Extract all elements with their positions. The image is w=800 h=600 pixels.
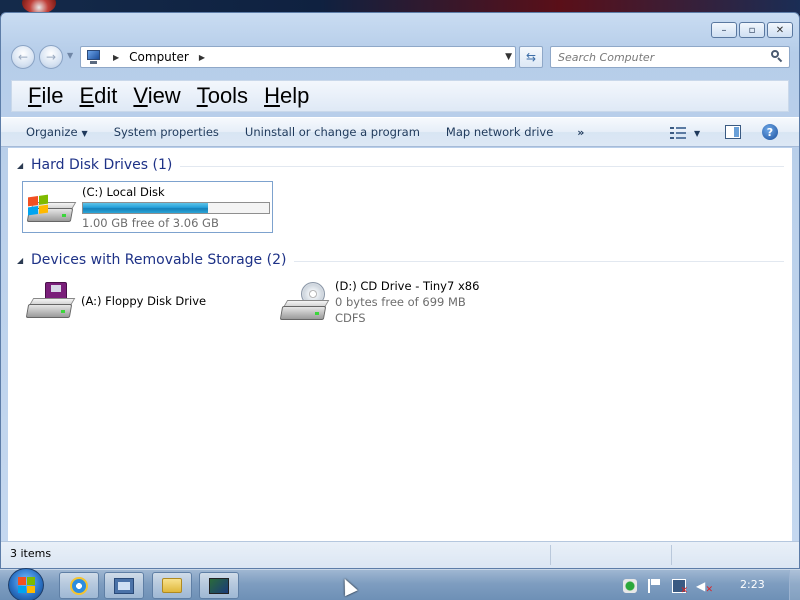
- taskbar-device-manager[interactable]: [104, 572, 144, 599]
- group-header-removable-storage[interactable]: ◢ Devices with Removable Storage (2): [8, 250, 784, 270]
- drive-tile-d[interactable]: (D:) CD Drive - Tiny7 x86 0 bytes free o…: [279, 278, 529, 328]
- drive-tile-a[interactable]: (A:) Floppy Disk Drive: [25, 280, 265, 326]
- breadcrumb-arrow-icon[interactable]: ▶: [199, 53, 205, 62]
- uninstall-program-button[interactable]: Uninstall or change a program: [245, 125, 420, 139]
- drive-name: (D:) CD Drive - Tiny7 x86: [335, 279, 480, 293]
- close-button[interactable]: ✕: [767, 22, 793, 38]
- back-arrow-icon: ←: [17, 50, 29, 64]
- drive-info: (A:) Floppy Disk Drive: [81, 280, 206, 309]
- search-box[interactable]: [550, 46, 790, 68]
- volume-muted-icon[interactable]: ◀: [696, 579, 713, 597]
- group-header-hard-disk-drives[interactable]: ◢ Hard Disk Drives (1): [8, 155, 784, 175]
- help-icon[interactable]: ?: [762, 124, 778, 140]
- drive-name: (C:) Local Disk: [82, 185, 165, 199]
- taskbar-internet-explorer[interactable]: [59, 572, 99, 599]
- details-view-icon: [670, 127, 686, 139]
- minimize-button[interactable]: –: [711, 22, 737, 38]
- drive-name: (A:) Floppy Disk Drive: [81, 294, 207, 308]
- chevron-down-icon[interactable]: ▼: [694, 129, 700, 138]
- address-dropdown-icon[interactable]: ▼: [505, 52, 512, 62]
- action-center-shield-icon[interactable]: [623, 579, 637, 593]
- remote-desktop-icon: [209, 577, 229, 594]
- more-commands-button[interactable]: »: [577, 126, 584, 139]
- preview-pane-icon[interactable]: [725, 125, 741, 139]
- status-separator: [671, 545, 672, 565]
- refresh-icon: ⇆: [525, 50, 537, 64]
- menu-help[interactable]: Help: [264, 82, 309, 110]
- network-disconnected-icon[interactable]: [672, 579, 688, 596]
- menu-tools[interactable]: Tools: [197, 82, 248, 110]
- menu-edit[interactable]: Edit: [79, 82, 117, 110]
- menu-tools-rest: ools: [207, 83, 249, 108]
- start-button[interactable]: [8, 568, 44, 600]
- group-title: Hard Disk Drives (1): [31, 157, 173, 173]
- caption-buttons: – ▫ ✕: [711, 22, 793, 38]
- group-divider: [294, 260, 784, 262]
- content-area: ◢ Hard Disk Drives (1) (C:) Local Disk 1…: [8, 148, 792, 552]
- forward-button[interactable]: →: [39, 45, 63, 69]
- item-count: 3 items: [10, 547, 52, 560]
- drive-free-space: 1.00 GB free of 3.06 GB: [82, 216, 219, 230]
- cd-drive-icon: [279, 278, 330, 322]
- breadcrumb-arrow-icon[interactable]: ▶: [113, 53, 119, 62]
- maximize-button[interactable]: ▫: [739, 22, 765, 38]
- taskbar-remote-desktop[interactable]: [199, 572, 239, 599]
- explorer-window: – ▫ ✕ ← → ▼ ▶ Computer ▶ ▼ ⇆ File Edit V…: [0, 12, 800, 569]
- back-button[interactable]: ←: [11, 45, 35, 69]
- search-input[interactable]: [558, 48, 758, 66]
- drive-tile-c[interactable]: (C:) Local Disk 1.00 GB free of 3.06 GB: [22, 181, 273, 233]
- drive-filesystem: CDFS: [335, 311, 366, 325]
- device-manager-icon: [114, 577, 134, 594]
- computer-icon: [85, 50, 103, 64]
- hard-disk-icon: [26, 184, 77, 228]
- close-icon: ✕: [775, 24, 785, 36]
- internet-explorer-icon: [70, 576, 88, 595]
- taskbar-clock[interactable]: 2:23: [740, 578, 765, 591]
- maximize-icon: ▫: [748, 24, 756, 36]
- address-bar[interactable]: ▶ Computer ▶ ▼: [80, 46, 516, 68]
- map-network-drive-button[interactable]: Map network drive: [446, 125, 553, 139]
- disk-usage-fill: [83, 203, 208, 213]
- navigation-row: ← → ▼ ▶ Computer ▶ ▼ ⇆: [1, 43, 799, 73]
- menu-file-rest: ile: [41, 83, 64, 108]
- collapse-triangle-icon[interactable]: ◢: [17, 161, 29, 170]
- floppy-drive-icon: [25, 280, 76, 324]
- menu-help-rest: elp: [279, 83, 310, 108]
- forward-arrow-icon: →: [45, 50, 57, 64]
- status-separator: [550, 545, 551, 565]
- system-properties-button[interactable]: System properties: [114, 125, 219, 139]
- menu-view[interactable]: View: [133, 82, 180, 110]
- minimize-icon: –: [721, 24, 727, 36]
- status-bar: 3 items: [1, 541, 799, 568]
- drive-free-space: 0 bytes free of 699 MB: [335, 295, 466, 309]
- menu-edit-rest: dit: [94, 83, 118, 108]
- collapse-triangle-icon[interactable]: ◢: [17, 256, 29, 265]
- group-title: Devices with Removable Storage (2): [31, 252, 287, 268]
- refresh-button[interactable]: ⇆: [519, 46, 543, 68]
- breadcrumb-computer[interactable]: Computer: [129, 50, 189, 64]
- taskbar-windows-explorer[interactable]: [152, 572, 192, 599]
- chevron-down-icon: ▼: [81, 129, 88, 138]
- action-center-flag-icon[interactable]: [648, 579, 662, 593]
- menu-file[interactable]: File: [28, 82, 63, 110]
- menu-bar: File Edit View Tools Help: [11, 80, 789, 112]
- recent-pages-dropdown[interactable]: ▼: [67, 51, 73, 60]
- disk-usage-bar: [82, 202, 270, 214]
- group-divider: [180, 165, 784, 167]
- command-bar: Organize ▼ System properties Uninstall or…: [1, 117, 799, 147]
- windows-logo-icon: [18, 577, 35, 593]
- organize-label: Organize: [26, 125, 78, 139]
- organize-button[interactable]: Organize ▼: [26, 125, 88, 139]
- show-desktop-button[interactable]: [789, 570, 800, 600]
- menu-view-rest: iew: [147, 83, 181, 108]
- drive-info: (D:) CD Drive - Tiny7 x86 0 bytes free o…: [335, 278, 479, 326]
- drive-info: (C:) Local Disk 1.00 GB free of 3.06 GB: [82, 184, 270, 231]
- search-icon[interactable]: [771, 50, 783, 63]
- windows-explorer-icon: [162, 578, 182, 593]
- change-view-button[interactable]: ▼: [670, 126, 706, 140]
